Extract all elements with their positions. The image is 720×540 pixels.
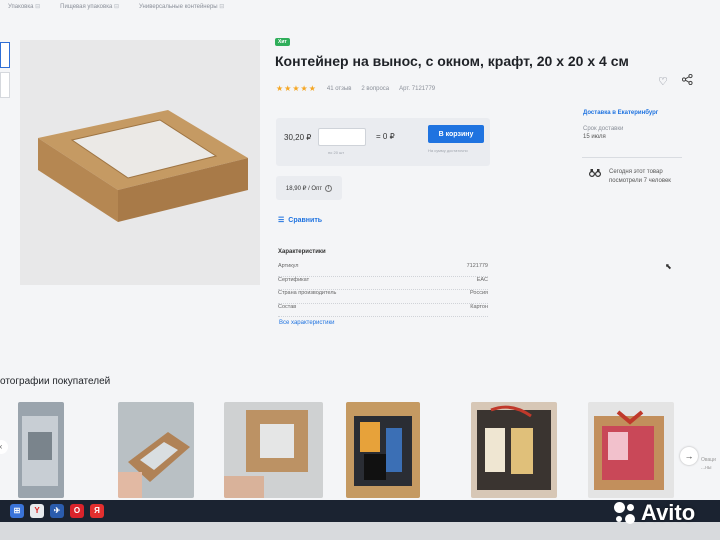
buyer-photos-title: отографии покупателей xyxy=(0,376,111,387)
info-icon[interactable]: i xyxy=(325,184,333,192)
app-icon[interactable]: ✈ xyxy=(50,504,64,518)
char-label: Артикул xyxy=(278,263,299,269)
char-value: 7121779 xyxy=(466,263,488,269)
mouse-cursor-icon: ⬉ xyxy=(665,262,672,271)
yandex-browser-icon[interactable]: Y xyxy=(30,504,44,518)
quantity-hint: по 20 шт xyxy=(328,150,345,155)
viewers-notice: Сегодня этот товар посмотрели 7 человек xyxy=(588,168,697,186)
unit-price: 30,20 ₽ xyxy=(284,133,312,142)
wholesale-price: 18,90 ₽ / Опт i xyxy=(276,176,342,200)
carousel-next-button[interactable]: → xyxy=(680,447,698,465)
breadcrumb-item[interactable]: Пищевая упаковка xyxy=(60,3,119,10)
rating-stars: ★★★★★ xyxy=(276,84,317,93)
table-row: Страна производитель Россия xyxy=(278,290,488,304)
compare-icon: ☰ xyxy=(278,217,285,224)
wholesale-price-label: 18,90 ₽ / Опт xyxy=(285,185,323,192)
thumbnail[interactable] xyxy=(0,42,10,68)
thumbnail[interactable] xyxy=(0,72,10,98)
buyer-photo[interactable] xyxy=(118,402,194,498)
table-row: Сертификат EAC xyxy=(278,276,488,290)
characteristics-title: Характеристики xyxy=(278,249,326,255)
product-title: Контейнер на вынос, с окном, крафт, 20 х… xyxy=(275,53,629,69)
char-value: Россия xyxy=(469,290,488,296)
buyer-photo[interactable] xyxy=(224,402,323,498)
viewers-text: Сегодня этот товар посмотрели 7 человек xyxy=(609,169,671,184)
delivery-term-label: Срок доставки xyxy=(583,126,624,132)
buyer-photo[interactable] xyxy=(588,402,674,498)
article-number: Арт. 7121779 xyxy=(399,85,436,92)
breadcrumb-item[interactable]: Универсальные контейнеры xyxy=(139,3,224,10)
divider xyxy=(582,157,682,158)
char-label: Страна производитель xyxy=(278,290,337,296)
buyer-photo[interactable] xyxy=(471,402,557,498)
buyer-photo[interactable] xyxy=(346,402,420,498)
delivery-date: 15 июля xyxy=(583,134,606,140)
heart-icon[interactable]: ♡ xyxy=(658,75,668,88)
product-photo[interactable] xyxy=(20,40,260,285)
all-characteristics-link[interactable]: Все характеристики xyxy=(279,320,334,326)
breadcrumb-item[interactable]: Упаковка xyxy=(8,3,40,10)
hit-badge: Хит xyxy=(275,38,290,46)
buyer-photos-carousel xyxy=(0,402,720,500)
add-to-cart-button[interactable]: В корзину xyxy=(428,125,484,143)
opera-icon[interactable]: O xyxy=(70,504,84,518)
delivery-city-link[interactable]: Доставка в Екатеринбург xyxy=(583,110,658,116)
char-label: Сертификат xyxy=(278,276,310,283)
delivery-block: Доставка в Екатеринбург Срок доставки 15… xyxy=(583,110,658,140)
characteristics-table: Артикул 7121779 Сертификат EAC Страна пр… xyxy=(278,263,488,317)
product-meta: ★★★★★ 41 отзыв 2 вопроса Арт. 7121779 xyxy=(276,84,435,93)
yandex-icon[interactable]: Я xyxy=(90,504,104,518)
reviews-link[interactable]: 41 отзыв xyxy=(327,86,352,92)
windows-start-icon[interactable]: ⊞ xyxy=(10,504,24,518)
binoculars-icon xyxy=(588,168,602,181)
table-row: Состав Картон xyxy=(278,303,488,317)
cut-off-text: Оваци ...ны xyxy=(701,457,716,471)
avito-wordmark: Avito xyxy=(641,500,696,525)
quantity-input[interactable] xyxy=(318,128,366,146)
thumbnail-strip xyxy=(0,42,10,102)
table-row: Артикул 7121779 xyxy=(278,263,488,277)
buyer-photo[interactable] xyxy=(18,402,64,498)
share-icon[interactable] xyxy=(681,73,693,88)
compare-button[interactable]: ☰ Сравнить xyxy=(278,216,323,225)
total-price: = 0 ₽ xyxy=(376,132,395,141)
browser-viewport: Упаковка Пищевая упаковка Универсальные … xyxy=(0,0,720,500)
char-value: Картон xyxy=(470,303,488,310)
char-value: EAC xyxy=(476,276,488,283)
avito-logo-icon xyxy=(612,500,638,526)
avito-watermark: Avito xyxy=(612,500,695,526)
char-label: Состав xyxy=(278,303,297,310)
breadcrumb: Упаковка Пищевая упаковка Универсальные … xyxy=(8,3,224,10)
questions-link[interactable]: 2 вопроса xyxy=(361,86,389,92)
cart-hint: На сумму достаточно xyxy=(428,148,468,153)
price-box: 30,20 ₽ по 20 шт = 0 ₽ В корзину На сумм… xyxy=(276,118,490,166)
compare-label: Сравнить xyxy=(288,216,323,224)
